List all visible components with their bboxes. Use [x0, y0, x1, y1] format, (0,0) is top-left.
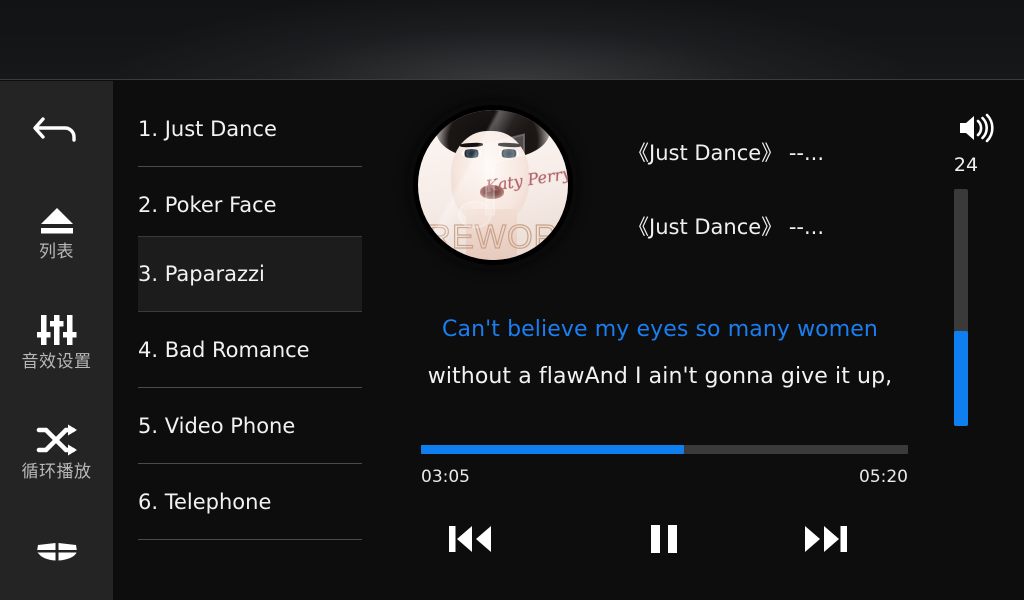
playlist-item-5[interactable]: 5. Video Phone: [138, 388, 362, 464]
now-playing-title: 《Just Dance》 --...: [628, 141, 825, 165]
playlist-item-label: 1. Just Dance: [138, 117, 277, 141]
previous-track-button[interactable]: [431, 511, 511, 571]
shuffle-icon: [33, 423, 81, 457]
progress-area: 03:05 05:20: [421, 445, 908, 487]
playlist-item-label: 6. Telephone: [138, 490, 272, 514]
sidebar-item-back[interactable]: [0, 81, 113, 177]
playlist-item-4[interactable]: 4. Bad Romance: [138, 312, 362, 388]
music-player-app: 列表 音效设置 循环播放 1. Just Dance 2. Poker Face…: [0, 0, 1024, 600]
volume-value: 24: [953, 154, 979, 176]
list-divider: [138, 539, 362, 540]
playlist-item-3[interactable]: 3. Paparazzi: [138, 236, 362, 312]
sidebar-item-list-label: 列表: [39, 242, 74, 262]
lyrics-panel: Can't believe my eyes so many women with…: [380, 317, 940, 389]
now-playing-meta: 《Just Dance》 --... 《Just Dance》 --...: [628, 137, 928, 241]
player-pane: Katy Perry REWORK 《Just Dance》 --... 《Ju…: [380, 81, 940, 600]
sidebar-item-loop-label: 循环播放: [21, 462, 92, 482]
speaker-icon[interactable]: [957, 112, 995, 149]
playlist-item-label: 2. Poker Face: [138, 193, 277, 217]
progress-bar[interactable]: [421, 445, 908, 454]
volume-panel: 24: [940, 81, 1024, 600]
transport-controls: [421, 511, 908, 571]
elapsed-time: 03:05: [421, 467, 470, 487]
playlist-item-label: 4. Bad Romance: [138, 338, 310, 362]
lyrics-next-line: without a flawAnd I ain't gonna give it …: [427, 364, 893, 389]
playlist-item-label: 3. Paparazzi: [138, 262, 265, 286]
sidebar-item-equalizer-label: 音效设置: [21, 352, 92, 372]
playlist-item-label: 5. Video Phone: [138, 414, 296, 438]
eject-icon: [33, 203, 81, 237]
play-pause-button[interactable]: [624, 511, 704, 571]
next-track-button[interactable]: [785, 511, 865, 571]
total-time: 05:20: [859, 467, 908, 487]
sidebar-item-list[interactable]: 列表: [0, 177, 113, 287]
pause-icon: [646, 520, 682, 563]
previous-track-icon: [446, 520, 496, 563]
playlist-item-6[interactable]: 6. Telephone: [138, 464, 362, 540]
volume-slider[interactable]: [954, 189, 968, 426]
sidebar-item-loop[interactable]: 循环播放: [0, 397, 113, 507]
equalizer-icon: [33, 313, 81, 347]
next-track-icon: [800, 520, 850, 563]
home-grid-icon: [33, 536, 81, 568]
sidebar: 列表 音效设置 循环播放: [0, 81, 113, 600]
sidebar-item-home[interactable]: [0, 507, 113, 597]
lyrics-current-line: Can't believe my eyes so many women: [442, 317, 878, 342]
time-row: 03:05 05:20: [421, 467, 908, 487]
album-art[interactable]: Katy Perry REWORK: [413, 105, 573, 265]
playlist-item-1[interactable]: 1. Just Dance: [138, 91, 362, 167]
album-art-image: Katy Perry REWORK: [418, 110, 568, 260]
sidebar-item-equalizer[interactable]: 音效设置: [0, 287, 113, 397]
playlist-item-2[interactable]: 2. Poker Face: [138, 167, 362, 243]
volume-slider-fill: [954, 331, 968, 426]
back-arrow-icon: [31, 109, 83, 149]
playlist: 1. Just Dance 2. Poker Face 3. Paparazzi…: [113, 81, 380, 600]
now-playing-subtitle: 《Just Dance》 --...: [628, 215, 825, 239]
top-bar: [0, 0, 1024, 80]
progress-bar-fill: [421, 445, 684, 454]
